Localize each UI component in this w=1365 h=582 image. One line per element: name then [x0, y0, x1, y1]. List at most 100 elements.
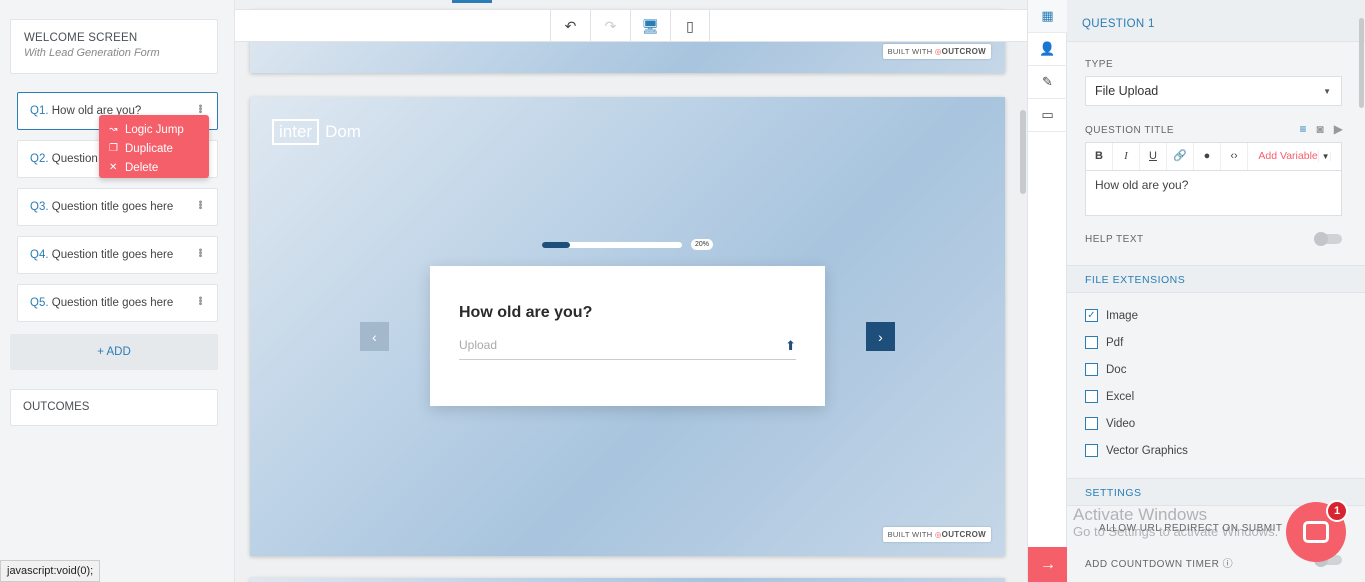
- logic-jump-item[interactable]: ↝ Logic Jump: [109, 120, 199, 139]
- preview-toolbar: ↶ ↷ 🖥 ▯: [235, 9, 1027, 42]
- desktop-view-button[interactable]: 🖥: [630, 10, 670, 42]
- countdown-label: ADD COUNTDOWN TIMER ⓘ: [1085, 559, 1234, 570]
- progress-label: 20%: [691, 239, 714, 250]
- arrow-right-icon[interactable]: →: [1028, 547, 1068, 582]
- welcome-screen-card[interactable]: WELCOME SCREEN With Lead Generation Form: [10, 19, 218, 74]
- left-panel: WELCOME SCREEN With Lead Generation Form…: [0, 0, 235, 582]
- link-icon[interactable]: 🔗: [1167, 143, 1194, 170]
- question-title: Question title goes here: [51, 297, 174, 309]
- close-icon: ✕: [109, 162, 118, 173]
- more-options-icon[interactable]: •••: [194, 296, 206, 305]
- outcrow-logo-icon: ◎: [934, 47, 942, 56]
- upload-placeholder: Upload: [459, 338, 498, 352]
- panel-scrollbar[interactable]: [1359, 18, 1364, 108]
- title-media-icons: ≡ ◙ ▶: [1300, 122, 1344, 136]
- question-item-5[interactable]: Q5. Question title goes here •••: [17, 284, 218, 322]
- help-text-toggle[interactable]: [1314, 232, 1342, 246]
- extension-checkbox-pdf[interactable]: Pdf: [1085, 336, 1123, 349]
- question-title: Question title goes here: [51, 201, 174, 213]
- underline-button[interactable]: U: [1140, 143, 1167, 170]
- type-select[interactable]: File Upload ▼: [1085, 76, 1342, 106]
- active-tab-indicator: [452, 0, 492, 3]
- question-settings-panel: QUESTION 1 TYPE File Upload ▼ QUESTION T…: [1067, 0, 1365, 582]
- progress-fill: [542, 242, 570, 248]
- panel-title: QUESTION 1: [1067, 0, 1365, 42]
- question-title-editor: B I U 🔗 ● ‹› Add Variable ▼ How old are …: [1085, 142, 1342, 216]
- previous-question-button[interactable]: ‹: [360, 322, 389, 351]
- color-drop-icon[interactable]: ●: [1194, 143, 1221, 170]
- question-item-3[interactable]: Q3. Question title goes here •••: [17, 188, 218, 226]
- checkbox[interactable]: [1085, 390, 1098, 403]
- upload-field[interactable]: Upload ⬆: [459, 338, 796, 360]
- built-with-badge[interactable]: BUILT WITH ◎OUTCROW: [882, 527, 991, 542]
- help-text-label: HELP TEXT: [1085, 234, 1144, 245]
- question-title-label: QUESTION TITLE: [1085, 125, 1175, 136]
- mobile-view-button[interactable]: ▯: [670, 10, 710, 42]
- question-number: Q4.: [30, 249, 49, 261]
- bold-button[interactable]: B: [1086, 143, 1113, 170]
- chat-icon: [1303, 521, 1329, 543]
- question-number: Q1.: [30, 105, 49, 117]
- extension-checkbox-image[interactable]: ✓ Image: [1085, 309, 1138, 322]
- next-question-button[interactable]: ›: [866, 322, 895, 351]
- text-icon[interactable]: ≡: [1300, 122, 1307, 136]
- pencil-icon[interactable]: ✎: [1028, 66, 1067, 99]
- question-number: Q5.: [30, 297, 49, 309]
- undo-button[interactable]: ↶: [550, 10, 590, 42]
- logic-jump-icon: ↝: [109, 124, 118, 135]
- preview-canvas: BUILT WITH ◎OUTCROW ↶ ↷ 🖥 ▯ inter Dom 20%…: [235, 0, 1027, 582]
- outcrow-logo-icon: ◎: [934, 530, 942, 539]
- extension-checkbox-doc[interactable]: Doc: [1085, 363, 1126, 376]
- question-title: Question title goes here: [51, 249, 174, 261]
- layout-icon[interactable]: ▦: [1028, 0, 1067, 33]
- checkbox[interactable]: [1085, 417, 1098, 430]
- welcome-subtitle: With Lead Generation Form: [24, 47, 160, 59]
- add-question-button[interactable]: + ADD: [10, 334, 218, 370]
- upload-icon[interactable]: ⬆: [785, 338, 796, 359]
- chat-unread-badge: 1: [1326, 500, 1348, 522]
- next-slide: [250, 578, 1005, 582]
- editor-toolbar: B I U 🔗 ● ‹› Add Variable ▼: [1086, 143, 1341, 171]
- outcomes-card[interactable]: OUTCOMES: [10, 389, 218, 426]
- current-slide: inter Dom 20% ‹ How old are you? Upload ⬆…: [250, 97, 1005, 556]
- brand-logo: inter Dom: [272, 119, 361, 145]
- browser-status-bar: javascript:void(0);: [0, 560, 101, 582]
- checkbox[interactable]: [1085, 444, 1098, 457]
- delete-item[interactable]: ✕ Delete: [109, 158, 199, 177]
- extension-checkbox-video[interactable]: Video: [1085, 417, 1135, 430]
- extension-checkbox-excel[interactable]: Excel: [1085, 390, 1134, 403]
- add-variable-dropdown[interactable]: Add Variable ▼: [1248, 143, 1341, 170]
- checkbox[interactable]: [1085, 363, 1098, 376]
- duplicate-icon: ❐: [109, 143, 118, 154]
- progress-bar: [542, 242, 682, 248]
- chevron-down-icon: ▼: [1323, 87, 1331, 96]
- question-card: How old are you? Upload ⬆: [430, 266, 825, 406]
- card-icon[interactable]: ▭: [1028, 99, 1067, 132]
- redo-button[interactable]: ↷: [590, 10, 630, 42]
- video-icon[interactable]: ▶: [1334, 122, 1343, 136]
- italic-button[interactable]: I: [1113, 143, 1140, 170]
- question-number: Q3.: [30, 201, 49, 213]
- built-with-badge[interactable]: BUILT WITH ◎OUTCROW: [882, 44, 991, 59]
- info-icon[interactable]: ⓘ: [1223, 559, 1234, 570]
- question-number: Q2.: [30, 153, 49, 165]
- code-icon[interactable]: ‹›: [1221, 143, 1248, 170]
- canvas-scrollbar[interactable]: [1020, 110, 1026, 194]
- windows-activation-watermark: Activate Windows Go to Settings to activ…: [1073, 505, 1279, 539]
- more-options-icon[interactable]: •••: [194, 104, 206, 113]
- question-title-input[interactable]: How old are you?: [1086, 171, 1341, 199]
- more-options-icon[interactable]: •••: [194, 248, 206, 257]
- duplicate-item[interactable]: ❐ Duplicate: [109, 139, 199, 158]
- extension-checkbox-vector[interactable]: Vector Graphics: [1085, 444, 1188, 457]
- add-user-icon[interactable]: 👤: [1028, 33, 1067, 66]
- chevron-down-icon: ▼: [1321, 152, 1331, 161]
- question-context-menu: ↝ Logic Jump ❐ Duplicate ✕ Delete: [99, 115, 209, 178]
- camera-icon[interactable]: ◙: [1317, 122, 1324, 136]
- checkbox[interactable]: ✓: [1085, 309, 1098, 322]
- more-options-icon[interactable]: •••: [194, 200, 206, 209]
- checkbox[interactable]: [1085, 336, 1098, 349]
- settings-rail: ▦ 👤 ✎ ▭ →: [1027, 0, 1068, 582]
- question-item-4[interactable]: Q4. Question title goes here •••: [17, 236, 218, 274]
- type-label: TYPE: [1085, 59, 1114, 70]
- file-extensions-header: FILE EXTENSIONS: [1067, 265, 1365, 293]
